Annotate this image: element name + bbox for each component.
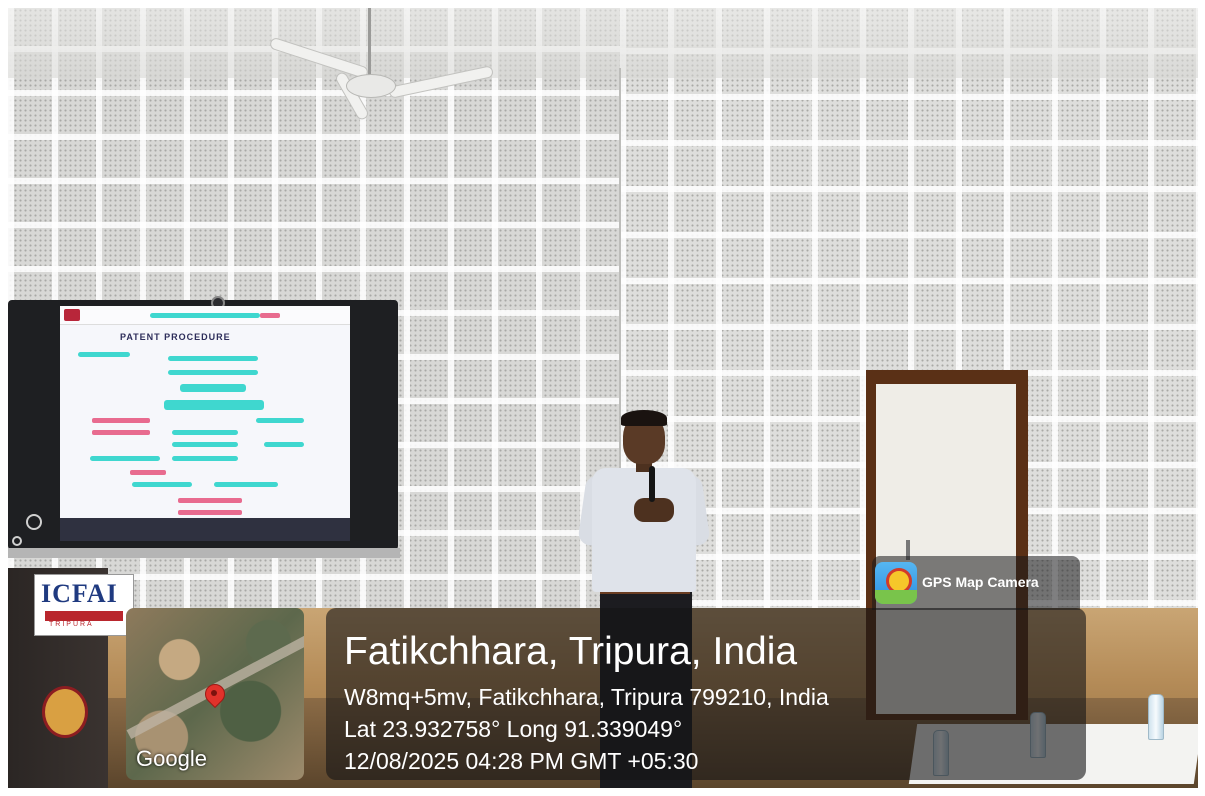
flowchart-box bbox=[178, 498, 242, 503]
flowchart-box bbox=[256, 418, 304, 423]
logo-location: TRIPURA bbox=[49, 621, 94, 628]
logo-text: ICFAI bbox=[41, 579, 118, 608]
flowchart-box bbox=[172, 430, 238, 435]
slide-footer bbox=[60, 518, 350, 541]
person-hands bbox=[634, 498, 674, 522]
gps-map-thumbnail: Google bbox=[126, 608, 304, 780]
slide-title: PATENT PROCEDURE bbox=[120, 332, 231, 342]
gps-address: W8mq+5mv, Fatikchhara, Tripura 799210, I… bbox=[344, 684, 829, 710]
university-logo: ICFAI TRIPURA bbox=[34, 574, 134, 636]
map-pin-icon bbox=[875, 562, 917, 604]
flowchart-box bbox=[214, 482, 278, 487]
screen-control-icon bbox=[12, 536, 22, 546]
slide-header-bar bbox=[150, 313, 260, 318]
screen-control-icon bbox=[26, 514, 42, 530]
flowchart-box bbox=[78, 352, 130, 357]
microphone bbox=[649, 466, 655, 502]
presentation-slide: PATENT PROCEDURE bbox=[60, 306, 350, 541]
university-seal bbox=[42, 686, 88, 738]
screen-bezel-bottom bbox=[8, 548, 400, 558]
ceiling-fan-hub bbox=[346, 74, 396, 98]
slide-logo bbox=[64, 309, 80, 321]
flowchart-box bbox=[90, 456, 160, 461]
person-shirt bbox=[592, 468, 696, 592]
flowchart-box bbox=[168, 356, 258, 361]
flowchart-box bbox=[172, 456, 238, 461]
flowchart-box bbox=[132, 482, 192, 487]
gps-datetime: 12/08/2025 04:28 PM GMT +05:30 bbox=[344, 748, 699, 774]
flowchart-box bbox=[168, 370, 258, 375]
slide-header-bar bbox=[260, 313, 280, 318]
flowchart-box bbox=[264, 442, 304, 447]
photo-frame: PATENT PROCEDURE ICFAI TRIPURA GPS Map C… bbox=[0, 0, 1205, 796]
flowchart-box bbox=[130, 470, 166, 475]
flowchart-box bbox=[180, 384, 246, 392]
flowchart-box bbox=[178, 510, 242, 515]
water-bottle bbox=[1148, 694, 1164, 740]
slide-header bbox=[60, 306, 350, 325]
gps-app-name: GPS Map Camera bbox=[922, 574, 1039, 590]
gps-location-title: Fatikchhara, Tripura, India bbox=[344, 630, 798, 673]
logo-banner bbox=[45, 611, 123, 621]
flowchart-box bbox=[92, 430, 150, 435]
map-attribution: Google bbox=[136, 746, 207, 771]
gps-coordinates: Lat 23.932758° Long 91.339049° bbox=[344, 716, 683, 742]
ceiling bbox=[8, 8, 1198, 78]
person-hair bbox=[621, 410, 667, 426]
ceiling-fan-rod bbox=[368, 8, 371, 78]
flowchart-box bbox=[92, 418, 150, 423]
location-pin-dot bbox=[211, 690, 217, 696]
flowchart-box bbox=[164, 400, 264, 410]
flowchart-box bbox=[172, 442, 238, 447]
